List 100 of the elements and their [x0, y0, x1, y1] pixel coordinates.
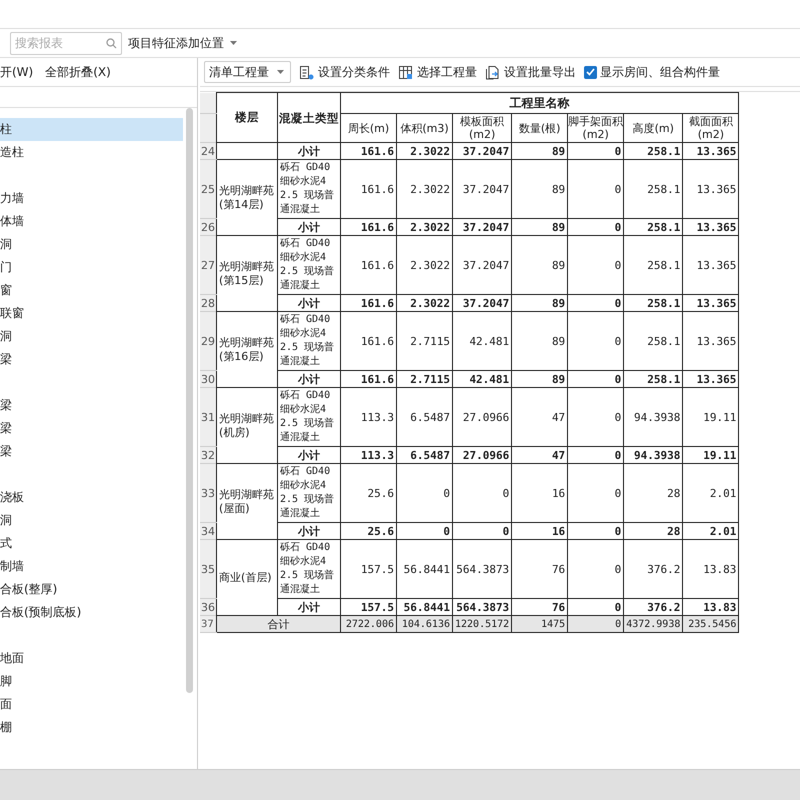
table-cell: 小计	[278, 142, 340, 160]
table-cell: 42.481	[452, 312, 512, 370]
table-cell: 光明湖畔苑(机房)	[216, 388, 278, 464]
table-cell: 砾石 GD40细砂水泥42.5 现场普通混凝土	[278, 388, 340, 446]
table-cell: 小计	[278, 218, 340, 236]
table-cell: 0	[568, 522, 624, 540]
tree-item[interactable]: 梁	[0, 394, 183, 417]
table-cell: 13.365	[682, 160, 739, 218]
table-cell: 37.2047	[452, 294, 512, 312]
table-cell: 1475	[512, 616, 568, 632]
table-cell: 37.2047	[452, 236, 512, 294]
table-cell: 37.2047	[452, 160, 512, 218]
tree-item[interactable]: 窗	[0, 279, 183, 302]
table-cell: 89	[512, 236, 568, 294]
column-group-header: 工程里名称	[340, 92, 739, 114]
tree-item[interactable]: 联窗	[0, 302, 183, 325]
table-cell: 161.6	[340, 294, 396, 312]
table-cell: 0	[568, 236, 624, 294]
table-cell: 0	[568, 616, 624, 632]
tree-item[interactable]: 地面	[0, 647, 183, 670]
toolbar-link[interactable]: 开(W)	[0, 64, 34, 80]
table-cell: 2.01	[682, 522, 739, 540]
table-cell: 376.2	[624, 540, 683, 598]
tree-item[interactable]: 式	[0, 532, 183, 555]
table-cell: 161.6	[340, 142, 396, 160]
column-header: 楼层	[216, 92, 278, 142]
column-header: 高度(m)	[624, 114, 683, 142]
table-cell: 2.7115	[396, 312, 452, 370]
table-cell: 小计	[278, 294, 340, 312]
table-cell: 28	[624, 522, 683, 540]
toolbar-button[interactable]: 设置批量导出	[485, 64, 576, 80]
table-cell: 0	[396, 464, 452, 522]
table-cell: 1220.5172	[452, 616, 512, 632]
table-cell: 258.1	[624, 294, 683, 312]
tree-item[interactable]: 梁	[0, 440, 183, 463]
column-header: 体积(m3)	[396, 114, 452, 142]
tree-item[interactable]: 合板(预制底板)	[0, 601, 183, 624]
tree-item[interactable]: 棚	[0, 716, 183, 739]
row-number: 35	[200, 540, 216, 598]
row-number: 31	[200, 388, 216, 446]
table-cell: 258.1	[624, 142, 683, 160]
column-header: 周长(m)	[340, 114, 396, 142]
toolbar-link[interactable]: 全部折叠(X)	[45, 64, 111, 80]
table-cell: 光明湖畔苑(第14层)	[216, 160, 278, 236]
table-cell: 47	[512, 446, 568, 464]
tree-item[interactable]: 面	[0, 693, 183, 716]
table-cell: 104.6136	[396, 616, 452, 632]
table-cell: 2.3022	[396, 160, 452, 218]
table-cell: 砾石 GD40细砂水泥42.5 现场普通混凝土	[278, 236, 340, 294]
feature-position-dropdown[interactable]: 项目特征添加位置	[128, 34, 237, 52]
tree-item[interactable]: 制墙	[0, 555, 183, 578]
tree-item[interactable]: 梁	[0, 348, 183, 371]
toolbar-button[interactable]: 选择工程量	[398, 64, 477, 80]
tree-item[interactable]: 柱	[0, 118, 183, 141]
table-cell: 258.1	[624, 236, 683, 294]
checkbox[interactable]	[584, 66, 597, 78]
table-cell: 2.3022	[396, 294, 452, 312]
caret-icon	[230, 41, 237, 45]
table-cell: 42.481	[452, 370, 512, 388]
tree-item[interactable]: 合板(整厚)	[0, 578, 183, 601]
scrollbar[interactable]	[186, 108, 193, 693]
tree-item[interactable]: 洞	[0, 509, 183, 532]
tree-item[interactable]: 造柱	[0, 141, 183, 164]
tree-item[interactable]: 体墙	[0, 210, 183, 233]
toolbar-button[interactable]: 设置分类条件	[299, 64, 390, 80]
tree-item[interactable]: 力墙	[0, 187, 183, 210]
table-cell: 光明湖畔苑(第16层)	[216, 312, 278, 388]
table-cell: 0	[568, 540, 624, 598]
table-cell: 258.1	[624, 160, 683, 218]
table-cell: 合计	[216, 616, 340, 632]
tree-item[interactable]: 脚	[0, 670, 183, 693]
table-cell: 113.3	[340, 388, 396, 446]
row-number: 27	[200, 236, 216, 294]
table-cell: 光明湖畔苑(第15层)	[216, 236, 278, 312]
table-cell: 13.365	[682, 142, 739, 160]
list-icon	[299, 64, 314, 80]
table-cell: 砾石 GD40细砂水泥42.5 现场普通混凝土	[278, 540, 340, 598]
table-cell: 37.2047	[452, 218, 512, 236]
tree-item[interactable]: 门	[0, 256, 183, 279]
quantity-type-dropdown[interactable]: 清单工程量	[204, 61, 291, 83]
table-cell: 0	[568, 370, 624, 388]
checkbox-label[interactable]: 显示房间、组合构件量	[600, 64, 720, 80]
tree-item[interactable]: 洞	[0, 325, 183, 348]
row-number: 29	[200, 312, 216, 370]
table-cell: 砾石 GD40细砂水泥42.5 现场普通混凝土	[278, 160, 340, 218]
table-cell: 13.365	[682, 218, 739, 236]
table-cell: 6.5487	[396, 388, 452, 446]
table-cell: 光明湖畔苑(屋面)	[216, 464, 278, 540]
tree-item[interactable]: 梁	[0, 417, 183, 440]
table-cell: 89	[512, 218, 568, 236]
table-cell: 25.6	[340, 522, 396, 540]
search-field[interactable]: 搜索报表	[10, 32, 122, 54]
table-cell: 161.6	[340, 160, 396, 218]
table-cell: 47	[512, 388, 568, 446]
table-cell: 113.3	[340, 446, 396, 464]
table-cell: 2.3022	[396, 142, 452, 160]
tree-item[interactable]: 洞	[0, 233, 183, 256]
tree-item[interactable]: 浇板	[0, 486, 183, 509]
table-cell: 0	[568, 142, 624, 160]
table-cell: 13.365	[682, 294, 739, 312]
